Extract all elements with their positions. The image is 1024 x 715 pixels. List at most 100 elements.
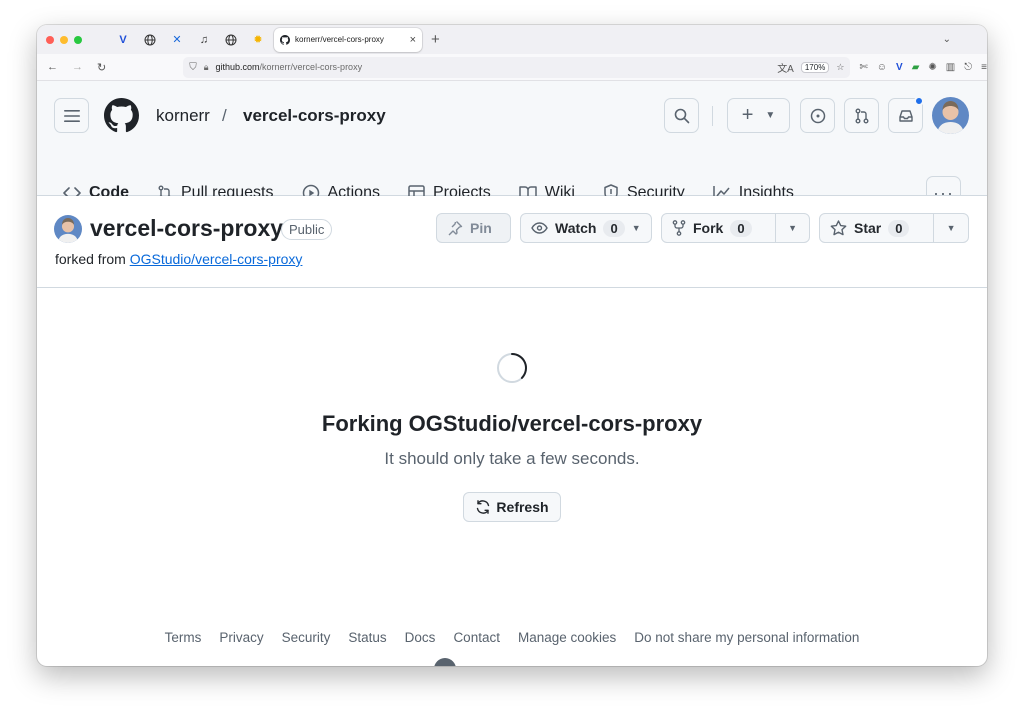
share-icon[interactable]: ⎋ bbox=[964, 62, 972, 73]
loading-spinner-icon bbox=[497, 353, 527, 383]
github-header: kornerr / vercel-cors-proxy + ▼ Code Pul… bbox=[37, 81, 987, 231]
star-icon bbox=[830, 220, 847, 236]
tab-title: kornerr/vercel-cors-proxy bbox=[295, 35, 384, 44]
active-tab[interactable]: kornerr/vercel-cors-proxy × bbox=[274, 27, 422, 52]
window-controls bbox=[46, 35, 82, 44]
issue-opened-icon bbox=[810, 108, 825, 123]
visibility-badge: Public bbox=[281, 219, 333, 240]
breadcrumb-separator: / bbox=[222, 106, 227, 125]
watch-count: 0 bbox=[603, 219, 625, 237]
translate-icon[interactable]: 文A bbox=[777, 60, 794, 75]
footer-link-privacy[interactable]: Privacy bbox=[219, 630, 263, 645]
footer-link-do-not-share[interactable]: Do not share my personal information bbox=[634, 630, 859, 645]
lock-icon[interactable]: 🔒︎ bbox=[204, 62, 209, 73]
pull-requests-button[interactable] bbox=[844, 98, 879, 133]
reader-extension-icon[interactable]: ▥ bbox=[946, 62, 955, 73]
watch-button-group: Watch 0 ▼ bbox=[520, 213, 652, 243]
fork-label: Fork bbox=[693, 220, 724, 236]
refresh-label: Refresh bbox=[496, 499, 549, 515]
triangle-down-icon: ▼ bbox=[946, 223, 956, 233]
inbox-icon bbox=[898, 109, 913, 122]
eye-icon bbox=[531, 222, 548, 234]
extension-toolbar: ✄ ☺ V ▰ ✺ ▥ ⎋ ≡ bbox=[859, 62, 987, 73]
shield-icon[interactable]: ⛉ bbox=[189, 62, 197, 73]
footer-link-security[interactable]: Security bbox=[282, 630, 331, 645]
close-tab-icon[interactable]: × bbox=[410, 34, 416, 46]
footer-link-contact[interactable]: Contact bbox=[453, 630, 500, 645]
star-button-group: Star 0 ▼ bbox=[819, 213, 969, 243]
repo-forked-icon bbox=[672, 220, 686, 236]
watch-label: Watch bbox=[555, 220, 597, 236]
new-tab-button[interactable]: + bbox=[431, 31, 440, 48]
reload-icon[interactable]: ↻ bbox=[97, 61, 106, 74]
forking-subtitle: It should only take a few seconds. bbox=[384, 449, 640, 468]
green-extension-icon[interactable]: ▰ bbox=[912, 62, 920, 73]
pinned-tab-confluence-icon[interactable]: ✕ bbox=[169, 32, 185, 48]
star-dropdown-button[interactable]: ▼ bbox=[933, 214, 968, 242]
watch-button[interactable]: Watch 0 ▼ bbox=[521, 214, 651, 242]
plus-icon: + bbox=[741, 104, 754, 126]
github-logo-icon[interactable] bbox=[104, 98, 139, 133]
search-icon bbox=[674, 108, 689, 123]
url-domain: github.com bbox=[215, 62, 260, 72]
pinned-tab-globe-icon[interactable] bbox=[223, 32, 239, 48]
user-avatar[interactable] bbox=[932, 97, 969, 134]
menu-icon[interactable]: ≡ bbox=[981, 62, 987, 73]
extension-icon[interactable]: ✄ bbox=[859, 62, 867, 73]
fork-dropdown-button[interactable]: ▼ bbox=[775, 214, 809, 242]
header-divider bbox=[712, 106, 713, 126]
create-new-button[interactable]: + ▼ bbox=[727, 98, 790, 133]
tab-list-chevron-icon[interactable]: ⌄ bbox=[943, 34, 951, 45]
forked-from-link[interactable]: OGStudio/vercel-cors-proxy bbox=[130, 251, 303, 267]
issues-button[interactable] bbox=[800, 98, 835, 133]
sync-icon bbox=[477, 500, 490, 514]
forked-from: forked from OGStudio/vercel-cors-proxy bbox=[55, 251, 302, 267]
zoom-level[interactable]: 170% bbox=[800, 61, 830, 73]
notification-dot bbox=[914, 96, 924, 106]
nav-buttons: ← → ↻ bbox=[47, 61, 106, 74]
back-arrow-icon[interactable]: ← bbox=[47, 61, 58, 74]
star-label: Star bbox=[854, 220, 882, 236]
close-window-button[interactable] bbox=[46, 35, 54, 44]
pin-button[interactable]: Pin bbox=[436, 213, 511, 243]
footer-link-terms[interactable]: Terms bbox=[165, 630, 202, 645]
triangle-down-icon: ▼ bbox=[631, 223, 641, 233]
bookmark-star-icon[interactable]: ☆ bbox=[836, 62, 844, 73]
forward-arrow-icon[interactable]: → bbox=[72, 61, 83, 74]
triangle-down-icon: ▼ bbox=[765, 110, 776, 121]
tab-strip: V ✕ ♫ ✹ kornerr/vercel-cors-proxy × + ⌄ bbox=[37, 25, 987, 54]
footer-link-docs[interactable]: Docs bbox=[405, 630, 436, 645]
breadcrumb-owner[interactable]: kornerr bbox=[156, 106, 210, 126]
hamburger-menu-button[interactable] bbox=[54, 98, 89, 133]
zoom-window-button[interactable] bbox=[74, 35, 82, 44]
footer-github-logo-icon[interactable] bbox=[434, 658, 456, 666]
star-button[interactable]: Star 0 bbox=[820, 214, 933, 242]
repo-owner-avatar[interactable] bbox=[54, 215, 82, 243]
footer-links: Terms Privacy Security Status Docs Conta… bbox=[37, 630, 987, 645]
forking-title: Forking OGStudio/vercel-cors-proxy bbox=[321, 411, 703, 436]
search-button[interactable] bbox=[664, 98, 699, 133]
refresh-button[interactable]: Refresh bbox=[463, 492, 561, 522]
account-icon[interactable]: ☺ bbox=[877, 62, 887, 73]
url-bar[interactable]: ⛉ 🔒︎ github.com/kornerr/vercel-cors-prox… bbox=[183, 56, 851, 78]
openai-extension-icon[interactable]: ✺ bbox=[928, 62, 936, 73]
pinned-tab-globe-icon[interactable] bbox=[142, 32, 158, 48]
forked-from-prefix: forked from bbox=[55, 251, 126, 267]
pin-icon bbox=[448, 221, 463, 236]
vivaldi-extension-icon[interactable]: V bbox=[896, 62, 903, 73]
pinned-tab-v-icon[interactable]: V bbox=[115, 32, 131, 48]
fork-button[interactable]: Fork 0 bbox=[662, 214, 775, 242]
pull-request-icon bbox=[855, 108, 868, 123]
fork-count: 0 bbox=[730, 219, 752, 237]
minimize-window-button[interactable] bbox=[60, 35, 68, 44]
repo-title[interactable]: vercel-cors-proxy bbox=[90, 215, 283, 242]
hamburger-icon bbox=[63, 109, 80, 122]
footer-link-status[interactable]: Status bbox=[348, 630, 386, 645]
pinned-tab-music-icon[interactable]: ♫ bbox=[196, 32, 212, 48]
github-favicon-icon bbox=[280, 34, 290, 45]
footer-link-manage-cookies[interactable]: Manage cookies bbox=[518, 630, 616, 645]
pinned-tab-sun-icon[interactable]: ✹ bbox=[250, 32, 266, 48]
star-count: 0 bbox=[888, 219, 910, 237]
url-bar-actions: 文A 170% ☆ bbox=[777, 60, 844, 75]
breadcrumb-repo[interactable]: vercel-cors-proxy bbox=[243, 106, 386, 126]
